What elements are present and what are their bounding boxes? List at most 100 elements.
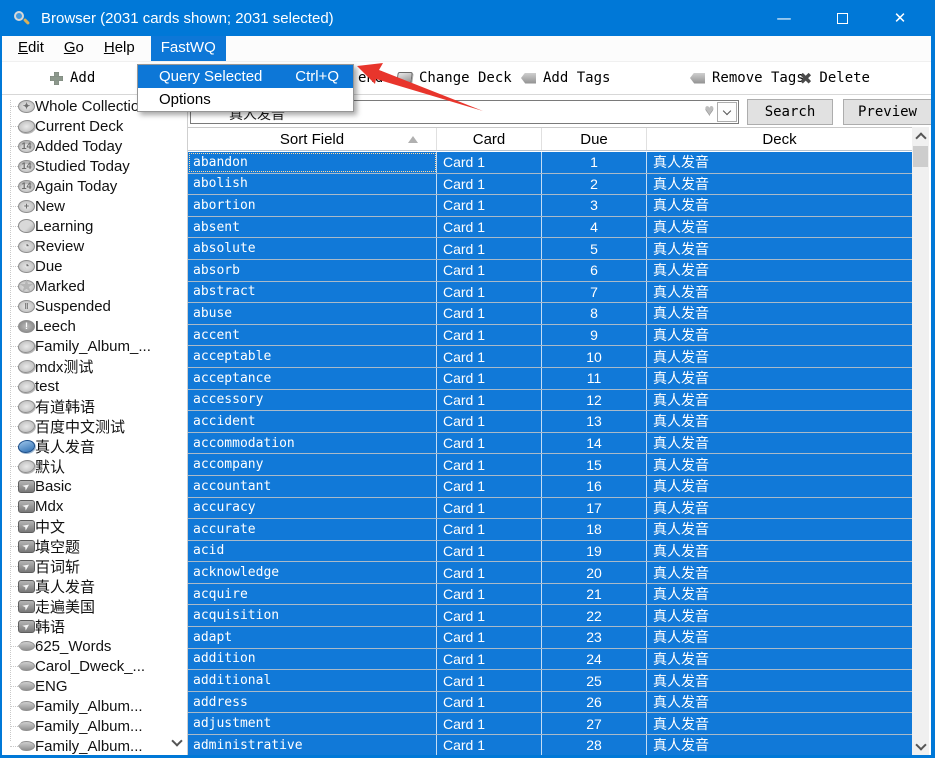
table-row[interactable]: address Card 1 26 真人发音 bbox=[188, 691, 912, 714]
sidebar-item[interactable]: mdx测试 bbox=[2, 356, 187, 376]
cell-card: Card 1 bbox=[437, 735, 542, 755]
cell-deck: 真人发音 bbox=[653, 435, 709, 452]
table-row[interactable]: accident Card 1 13 真人发音 bbox=[188, 411, 912, 433]
menu-edit[interactable]: Edit bbox=[8, 36, 54, 61]
column-header-due[interactable]: Due bbox=[542, 128, 647, 150]
search-button[interactable]: Search bbox=[747, 99, 833, 125]
table-row[interactable]: adapt Card 1 23 真人发音 bbox=[188, 627, 912, 649]
table-row[interactable]: accent Card 1 9 真人发音 bbox=[188, 324, 912, 347]
table-row[interactable]: accessory Card 1 12 真人发音 bbox=[188, 389, 912, 412]
sidebar-item[interactable]: Family_Album... bbox=[2, 696, 187, 716]
table-row[interactable]: absolute Card 1 5 真人发音 bbox=[188, 238, 912, 260]
sidebar-item[interactable]: Carol_Dweck_... bbox=[2, 656, 187, 676]
sidebar-item[interactable]: ENG bbox=[2, 676, 187, 696]
table-row[interactable]: acid Card 1 19 真人发音 bbox=[188, 540, 912, 563]
change-deck-button[interactable]: Change Deck bbox=[396, 62, 512, 94]
sidebar-item[interactable]: Learning bbox=[2, 216, 187, 236]
table-row[interactable]: acceptable Card 1 10 真人发音 bbox=[188, 346, 912, 368]
sidebar-item[interactable]: 真人发音 bbox=[2, 576, 187, 596]
column-header-card[interactable]: Card bbox=[437, 128, 542, 150]
column-header-deck[interactable]: Deck bbox=[647, 128, 912, 150]
table-row[interactable]: acquire Card 1 21 真人发音 bbox=[188, 583, 912, 606]
scrollbar-thumb[interactable] bbox=[913, 146, 928, 167]
table-row[interactable]: absorb Card 1 6 真人发音 bbox=[188, 259, 912, 282]
cell-due: 12 bbox=[542, 389, 647, 411]
menu-help[interactable]: Help bbox=[94, 36, 145, 61]
sidebar-item[interactable]: 有道韩语 bbox=[2, 396, 187, 416]
search-dropdown-arrow[interactable] bbox=[717, 102, 737, 122]
table-row[interactable]: adjustment Card 1 27 真人发音 bbox=[188, 713, 912, 736]
sidebar-item[interactable]: 韩语 bbox=[2, 616, 187, 636]
sidebar-item-icon bbox=[18, 219, 35, 233]
table-row[interactable]: accompany Card 1 15 真人发音 bbox=[188, 454, 912, 476]
minimize-button[interactable]: — bbox=[755, 0, 813, 36]
table-row[interactable]: abolish Card 1 2 真人发音 bbox=[188, 173, 912, 196]
table-row[interactable]: acquisition Card 1 22 真人发音 bbox=[188, 605, 912, 628]
sidebar-item[interactable]: New bbox=[2, 196, 187, 216]
sidebar-item[interactable]: 625_Words bbox=[2, 636, 187, 656]
favorite-heart-icon[interactable]: ♥ bbox=[705, 102, 715, 120]
table-row[interactable]: absent Card 1 4 真人发音 bbox=[188, 216, 912, 239]
menu-go[interactable]: Go bbox=[54, 36, 94, 61]
menu-fastwq[interactable]: FastWQ bbox=[150, 36, 226, 61]
sidebar-item[interactable]: 填空题 bbox=[2, 536, 187, 556]
sidebar-item[interactable]: Family_Album_... bbox=[2, 336, 187, 356]
sidebar-item[interactable]: 百词斩 bbox=[2, 556, 187, 576]
suspend-button-partial[interactable]: end bbox=[358, 62, 383, 94]
delete-button[interactable]: ✖ Delete bbox=[799, 62, 870, 94]
sidebar-item[interactable]: Family_Album... bbox=[2, 716, 187, 736]
table-row[interactable]: administrative Card 1 28 真人发音 bbox=[188, 735, 912, 755]
sidebar-item[interactable]: 默认 bbox=[2, 456, 187, 476]
table-row[interactable]: acknowledge Card 1 20 真人发音 bbox=[188, 562, 912, 584]
sidebar-item-icon bbox=[17, 119, 36, 133]
sidebar-item[interactable]: 百度中文测试 bbox=[2, 416, 187, 436]
table-row[interactable]: addition Card 1 24 真人发音 bbox=[188, 648, 912, 671]
menu-option[interactable]: Options bbox=[138, 88, 353, 111]
add-button[interactable]: Add bbox=[50, 62, 95, 94]
sidebar-item[interactable]: 走遍美国 bbox=[2, 596, 187, 616]
sidebar-item[interactable]: Again Today bbox=[2, 176, 187, 196]
sidebar-item[interactable]: 中文 bbox=[2, 516, 187, 536]
table-row[interactable]: accuracy Card 1 17 真人发音 bbox=[188, 497, 912, 520]
table-row[interactable]: additional Card 1 25 真人发音 bbox=[188, 670, 912, 692]
sidebar-scroll-down-arrow[interactable] bbox=[171, 735, 183, 749]
cell-card: Card 1 bbox=[437, 346, 542, 367]
sidebar-item[interactable]: Family_Album... bbox=[2, 736, 187, 755]
table-row[interactable]: abandon Card 1 1 真人发音 bbox=[188, 152, 912, 174]
sidebar-item[interactable]: Added Today bbox=[2, 136, 187, 156]
sidebar-item[interactable]: Marked bbox=[2, 276, 187, 296]
sidebar-item[interactable]: Studied Today bbox=[2, 156, 187, 176]
table-row[interactable]: accurate Card 1 18 真人发音 bbox=[188, 519, 912, 541]
menu-option[interactable]: Query Selected Ctrl+Q bbox=[138, 65, 353, 88]
sidebar-item[interactable]: Leech bbox=[2, 316, 187, 336]
sidebar-item[interactable]: Suspended bbox=[2, 296, 187, 316]
cell-deck: 真人发音 bbox=[653, 521, 709, 538]
column-header-sort-field[interactable]: Sort Field bbox=[188, 128, 437, 150]
sidebar-item[interactable]: Current Deck bbox=[2, 116, 187, 136]
cell-sort-field: accurate bbox=[188, 519, 437, 540]
table-row[interactable]: abuse Card 1 8 真人发音 bbox=[188, 303, 912, 325]
table-row[interactable]: abortion Card 1 3 真人发音 bbox=[188, 195, 912, 217]
close-button[interactable]: ✕ bbox=[871, 0, 929, 36]
maximize-button[interactable] bbox=[813, 0, 871, 36]
sidebar-item[interactable]: test bbox=[2, 376, 187, 396]
scroll-down-arrow[interactable] bbox=[912, 738, 929, 755]
sidebar-item[interactable]: Due bbox=[2, 256, 187, 276]
add-tags-button[interactable]: Add Tags bbox=[521, 62, 610, 94]
sidebar-item-icon bbox=[18, 299, 35, 313]
table-scrollbar[interactable] bbox=[912, 127, 929, 755]
sidebar-item[interactable]: Basic bbox=[2, 476, 187, 496]
sidebar-item[interactable]: Mdx bbox=[2, 496, 187, 516]
table-row[interactable]: abstract Card 1 7 真人发音 bbox=[188, 281, 912, 304]
preview-button[interactable]: Preview bbox=[843, 99, 932, 125]
cell-sort-field: accountant bbox=[188, 475, 437, 497]
table-row[interactable]: acceptance Card 1 11 真人发音 bbox=[188, 367, 912, 390]
sidebar-item[interactable]: Review bbox=[2, 236, 187, 256]
table-row[interactable]: accountant Card 1 16 真人发音 bbox=[188, 475, 912, 498]
scroll-up-arrow[interactable] bbox=[912, 127, 929, 144]
sidebar-item[interactable]: 真人发音 bbox=[2, 436, 187, 456]
window-border-left bbox=[0, 0, 2, 758]
table-row[interactable]: accommodation Card 1 14 真人发音 bbox=[188, 432, 912, 455]
remove-tags-button[interactable]: Remove Tags bbox=[690, 62, 805, 94]
cell-due: 26 bbox=[542, 691, 647, 713]
